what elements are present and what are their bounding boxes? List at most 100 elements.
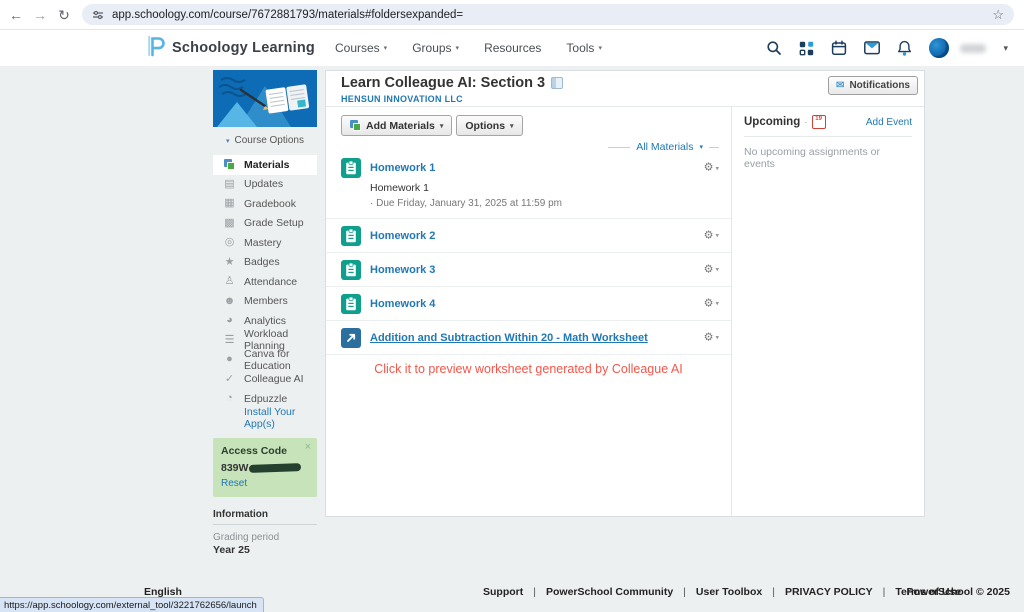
calendar-icon[interactable] — [831, 40, 847, 56]
notifications-bell-icon[interactable] — [897, 40, 912, 56]
separator — [772, 586, 775, 598]
status-bar-link-preview: https://app.schoology.com/external_tool/… — [0, 597, 264, 612]
material-link[interactable]: Homework 3 — [370, 264, 435, 276]
footer-link-privacy-policy[interactable]: PRIVACY POLICY — [785, 586, 873, 598]
chevron-down-icon[interactable]: ▾ — [699, 143, 703, 151]
close-icon[interactable]: × — [305, 441, 311, 453]
back-icon[interactable]: ← — [4, 0, 28, 30]
nav-tools[interactable]: Tools▾ — [566, 41, 602, 55]
upcoming-empty-text: No upcoming assignments or events — [744, 146, 912, 170]
add-materials-icon — [350, 120, 361, 131]
app-header: Schoology Learning Courses▾ Groups▾ Reso… — [0, 30, 1024, 67]
updates-icon: ▤ — [223, 179, 236, 190]
badges-icon: ★ — [223, 257, 236, 268]
account-chevron-icon[interactable]: ▾ — [1003, 43, 1008, 54]
material-link[interactable]: Homework 4 — [370, 298, 435, 310]
brand[interactable]: Schoology Learning — [147, 35, 315, 62]
sidebar-item-members[interactable]: ☻ Members — [213, 292, 317, 312]
gear-icon: ⚙ — [704, 332, 714, 343]
row-options[interactable]: ⚙ ▾ — [704, 332, 719, 343]
brand-name: Schoology Learning — [172, 40, 315, 56]
access-code-box: Access Code × 839W Reset — [213, 438, 317, 497]
gear-icon: ⚙ — [704, 163, 714, 174]
information-heading: Information — [213, 509, 317, 525]
chevron-down-icon: ▾ — [715, 164, 719, 172]
sidebar-item-label: Gradebook — [244, 198, 296, 210]
add-materials-button[interactable]: Add Materials ▾ — [341, 115, 452, 136]
sidebar-item-grade-setup[interactable]: ▩ Grade Setup — [213, 214, 317, 234]
access-code-reset-link[interactable]: Reset — [221, 478, 309, 489]
sidebar-item-colleague-ai[interactable]: ✓ Colleague AI — [213, 370, 317, 390]
all-materials-filter[interactable]: All Materials — [636, 141, 693, 153]
course-thumbnail[interactable] — [213, 70, 317, 127]
access-code-value: 839W — [221, 462, 309, 474]
material-row: Homework 2 ⚙ ▾ — [326, 219, 731, 253]
access-code-redacted — [249, 463, 301, 473]
search-icon[interactable] — [766, 40, 782, 56]
attendance-icon: ♙ — [223, 276, 236, 287]
nav-resources[interactable]: Resources — [484, 41, 541, 55]
grade-setup-icon: ▩ — [223, 218, 236, 229]
material-link[interactable]: Homework 1 — [370, 162, 435, 174]
chevron-down-icon: ▾ — [226, 137, 230, 145]
screen: ← → ↻ app.schoology.com/course/767288179… — [0, 0, 1024, 612]
assignment-icon — [341, 260, 361, 280]
options-button[interactable]: Options ▾ — [456, 115, 522, 136]
footer-link-user-toolbox[interactable]: User Toolbox — [696, 586, 762, 598]
user-avatar[interactable] — [929, 38, 949, 58]
sidebar-item-badges[interactable]: ★ Badges — [213, 253, 317, 273]
material-link[interactable]: Homework 2 — [370, 230, 435, 242]
row-options[interactable]: ⚙ ▾ — [704, 264, 719, 275]
sidebar-item-label: Colleague AI — [244, 373, 304, 385]
footer-link-support[interactable]: Support — [483, 586, 523, 598]
add-event-link[interactable]: Add Event — [866, 117, 912, 128]
row-options[interactable]: ⚙ ▾ — [704, 230, 719, 241]
sidebar-item-canva[interactable]: ● Canva for Education — [213, 350, 317, 370]
site-settings-icon[interactable] — [92, 9, 104, 21]
browser-toolbar: ← → ↻ app.schoology.com/course/767288179… — [0, 0, 1024, 30]
information-section: Information Grading period Year 25 — [213, 509, 317, 556]
sidebar-item-label: Canva for Education — [244, 348, 317, 372]
chevron-down-icon: ▾ — [715, 266, 719, 274]
sidebar-item-label: Grade Setup — [244, 217, 304, 229]
sidebar-item-gradebook[interactable]: ▦ Gradebook — [213, 194, 317, 214]
course-header: Learn Colleague AI: Section 3 HENSUN INN… — [326, 71, 924, 107]
gradebook-icon: ▦ — [223, 198, 236, 209]
sidebar-item-label: Updates — [244, 178, 283, 190]
upcoming-header: Upcoming · 19 Add Event — [744, 115, 912, 137]
course-options-toggle[interactable]: ▾ Course Options — [213, 133, 317, 148]
row-options[interactable]: ⚙ ▾ — [704, 163, 719, 174]
assignment-subtitle: Homework 1 — [370, 182, 731, 194]
material-row: Addition and Subtraction Within 20 - Mat… — [326, 321, 731, 355]
nav-groups[interactable]: Groups▾ — [412, 41, 459, 55]
apps-grid-icon[interactable] — [799, 41, 814, 56]
sidebar-item-updates[interactable]: ▤ Updates — [213, 175, 317, 195]
material-link[interactable]: Addition and Subtraction Within 20 - Mat… — [370, 332, 648, 344]
upcoming-heading: Upcoming — [744, 116, 800, 128]
grading-period-value: Year 25 — [213, 544, 317, 556]
notifications-button[interactable]: ✉ Notifications — [828, 76, 918, 95]
header-actions: ▾ — [766, 38, 1008, 58]
address-bar[interactable]: app.schoology.com/course/7672881793/mate… — [82, 4, 1014, 25]
page-title: Learn Colleague AI: Section 3 — [341, 75, 545, 91]
install-your-apps-link[interactable]: Install Your App(s) — [213, 409, 317, 428]
messages-icon[interactable] — [864, 41, 880, 55]
nav-courses[interactable]: Courses▾ — [335, 41, 387, 55]
footer-link-community[interactable]: PowerSchool Community — [546, 586, 673, 598]
course-organization-link[interactable]: HENSUN INNOVATION LLC — [341, 94, 463, 104]
sidebar-item-label: Analytics — [244, 315, 286, 327]
annotation-text: Click it to preview worksheet generated … — [326, 362, 731, 376]
separator: · — [804, 117, 807, 128]
forward-icon[interactable]: → — [28, 0, 52, 30]
access-code-title: Access Code — [221, 445, 309, 457]
assignment-icon — [341, 158, 361, 178]
sidebar-item-mastery[interactable]: ◎ Mastery — [213, 233, 317, 253]
chevron-down-icon: ▾ — [440, 122, 444, 130]
bookmark-star-icon[interactable]: ☆ — [992, 7, 1004, 23]
reload-icon[interactable]: ↻ — [52, 0, 76, 30]
sidebar-item-materials[interactable]: Materials — [213, 155, 317, 175]
chevron-down-icon: ▾ — [384, 44, 388, 52]
gear-icon: ⚙ — [704, 298, 714, 309]
row-options[interactable]: ⚙ ▾ — [704, 298, 719, 309]
sidebar-item-attendance[interactable]: ♙ Attendance — [213, 272, 317, 292]
